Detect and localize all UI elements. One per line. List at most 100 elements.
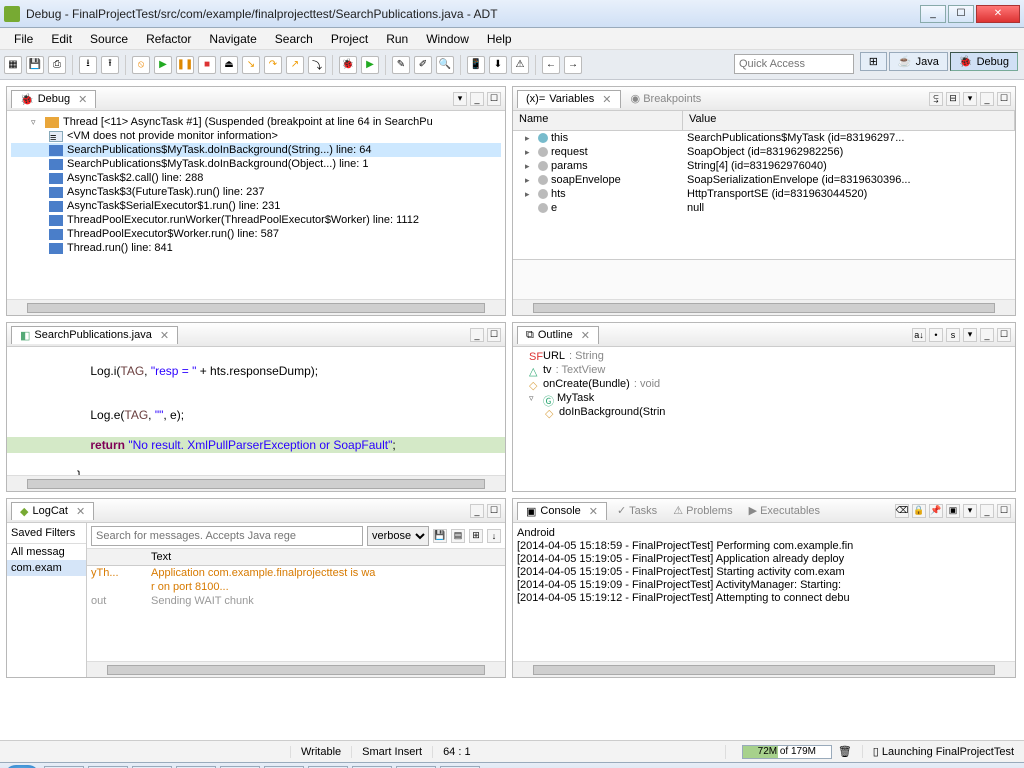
clear-log-icon[interactable]: ▤ <box>451 529 465 543</box>
debug-icon[interactable]: 🐞 <box>339 56 357 74</box>
step-over-icon[interactable]: ↷ <box>264 56 282 74</box>
close-icon[interactable]: ✕ <box>602 93 611 106</box>
vars-hscroll[interactable] <box>513 299 1015 315</box>
outline-tab[interactable]: ⧉Outline✕ <box>517 326 599 344</box>
menu-project[interactable]: Project <box>323 30 376 48</box>
col-name[interactable]: Name <box>513 111 683 130</box>
stack-frame-6[interactable]: ThreadPoolExecutor$Worker.run() line: 58… <box>11 227 501 241</box>
minimize-view-icon[interactable]: _ <box>470 328 484 342</box>
heap-progress[interactable]: 72M of 179M <box>742 745 832 759</box>
maximize-view-icon[interactable]: ☐ <box>487 328 501 342</box>
maximize-button[interactable]: ☐ <box>948 5 974 23</box>
export-icon[interactable]: ⭱ <box>101 56 119 74</box>
console-output[interactable]: Android [2014-04-05 15:18:59 - FinalProj… <box>513 523 1015 661</box>
display-icon[interactable]: ⊞ <box>469 529 483 543</box>
menu-refactor[interactable]: Refactor <box>138 30 199 48</box>
debug-hscroll[interactable] <box>7 299 505 315</box>
perspective-java[interactable]: ☕Java <box>889 52 948 71</box>
stack-frame-2[interactable]: AsyncTask$2.call() line: 288 <box>11 171 501 185</box>
close-icon[interactable]: ✕ <box>76 505 85 518</box>
logcat-table[interactable]: Text yTh...Application com.example.final… <box>87 549 505 661</box>
stack-frame-0[interactable]: SearchPublications$MyTask.doInBackground… <box>11 143 501 157</box>
minimize-view-icon[interactable]: _ <box>980 328 994 342</box>
close-icon[interactable]: ✕ <box>160 329 169 342</box>
sort-icon[interactable]: a↓ <box>912 328 926 342</box>
executables-tab[interactable]: ▶ Executables <box>743 502 826 519</box>
save-log-icon[interactable]: 💾 <box>433 529 447 543</box>
maximize-view-icon[interactable]: ☐ <box>997 92 1011 106</box>
open-perspective-icon[interactable]: ⊞ <box>860 52 887 71</box>
resume-icon[interactable]: ▶ <box>154 56 172 74</box>
disconnect-icon[interactable]: ⏏ <box>220 56 238 74</box>
editor-tab[interactable]: ◧SearchPublications.java✕ <box>11 326 178 344</box>
code-editor[interactable]: Log.i(TAG, "resp = " + hts.responseDump)… <box>7 347 505 475</box>
maximize-view-icon[interactable]: ☐ <box>997 504 1011 518</box>
minimize-view-icon[interactable]: _ <box>980 92 994 106</box>
menu-edit[interactable]: Edit <box>43 30 80 48</box>
menu-help[interactable]: Help <box>479 30 520 48</box>
editor-hscroll[interactable] <box>7 475 505 491</box>
menu-navigate[interactable]: Navigate <box>201 30 264 48</box>
variables-body[interactable]: ▸thisSearchPublications$MyTask (id=83196… <box>513 131 1015 259</box>
sdk-icon[interactable]: ⬇ <box>489 56 507 74</box>
minimize-view-icon[interactable]: _ <box>470 504 484 518</box>
maximize-view-icon[interactable]: ☐ <box>997 328 1011 342</box>
lint-icon[interactable]: ⚠ <box>511 56 529 74</box>
clear-console-icon[interactable]: ⌫ <box>895 504 909 518</box>
scroll-lock-icon[interactable]: 🔒 <box>912 504 926 518</box>
stack-frame-7[interactable]: Thread.run() line: 841 <box>11 241 501 255</box>
menu-file[interactable]: File <box>6 30 41 48</box>
step-return-icon[interactable]: ↗ <box>286 56 304 74</box>
console-hscroll[interactable] <box>513 661 1015 677</box>
col-value[interactable]: Value <box>683 111 1015 130</box>
minimize-view-icon[interactable]: _ <box>980 504 994 518</box>
stack-frame-1[interactable]: SearchPublications$MyTask.doInBackground… <box>11 157 501 171</box>
skip-breakpoints-icon[interactable]: ⦸ <box>132 56 150 74</box>
variables-tab[interactable]: (x)=Variables✕ <box>517 90 621 108</box>
logcat-tab[interactable]: ◆LogCat✕ <box>11 502 94 520</box>
maximize-view-icon[interactable]: ☐ <box>487 92 501 106</box>
close-icon[interactable]: ✕ <box>581 329 590 342</box>
save-icon[interactable]: 💾 <box>26 56 44 74</box>
open-console-icon[interactable]: ▾ <box>963 504 977 518</box>
quick-access-input[interactable] <box>734 54 854 74</box>
hide-fields-icon[interactable]: • <box>929 328 943 342</box>
breakpoints-tab[interactable]: ◉ Breakpoints <box>625 90 708 107</box>
menu-source[interactable]: Source <box>82 30 136 48</box>
minimize-view-icon[interactable]: _ <box>470 92 484 106</box>
logcat-hscroll[interactable] <box>87 661 505 677</box>
problems-tab[interactable]: ⚠ Problems <box>667 502 738 519</box>
save-all-icon[interactable]: ⎙ <box>48 56 66 74</box>
logcat-search-input[interactable] <box>91 526 363 546</box>
find-icon[interactable]: 🔍 <box>436 56 454 74</box>
variable-detail-pane[interactable] <box>513 259 1015 299</box>
back-icon[interactable]: ← <box>542 56 560 74</box>
console-tab[interactable]: ▣Console✕ <box>517 502 607 520</box>
suspend-icon[interactable]: ❚❚ <box>176 56 194 74</box>
drop-frame-icon[interactable]: ⤵ <box>308 56 326 74</box>
scroll-lock-icon[interactable]: ↓ <box>487 529 501 543</box>
hide-static-icon[interactable]: s <box>946 328 960 342</box>
pin-icon[interactable]: 📌 <box>929 504 943 518</box>
menu-window[interactable]: Window <box>418 30 477 48</box>
close-button[interactable]: ✕ <box>976 5 1020 23</box>
wand-icon[interactable]: ✎ <box>392 56 410 74</box>
debug-stack-tree[interactable]: ▿Thread [<11> AsyncTask #1] (Suspended (… <box>7 111 505 299</box>
collapse-icon[interactable]: ⊟ <box>946 92 960 106</box>
stack-frame-4[interactable]: AsyncTask$SerialExecutor$1.run() line: 2… <box>11 199 501 213</box>
avd-icon[interactable]: 📱 <box>467 56 485 74</box>
menu-icon[interactable]: ▾ <box>963 92 977 106</box>
terminate-icon[interactable]: ■ <box>198 56 216 74</box>
logcat-level-select[interactable]: verbose <box>367 526 429 546</box>
stack-frame-5[interactable]: ThreadPoolExecutor.runWorker(ThreadPoolE… <box>11 213 501 227</box>
close-icon[interactable]: ✕ <box>78 93 87 106</box>
show-type-icon[interactable]: ⥹ <box>929 92 943 106</box>
step-into-icon[interactable]: ↘ <box>242 56 260 74</box>
gc-icon[interactable]: 🗑 <box>838 745 852 758</box>
close-icon[interactable]: ✕ <box>589 505 598 518</box>
wand2-icon[interactable]: ✐ <box>414 56 432 74</box>
perspective-debug[interactable]: 🐞Debug <box>950 52 1018 71</box>
filter-all[interactable]: All messag <box>7 544 86 560</box>
outline-tree[interactable]: SFURL : String △tv : TextView ◇onCreate(… <box>513 347 1015 491</box>
menu-run[interactable]: Run <box>378 30 416 48</box>
